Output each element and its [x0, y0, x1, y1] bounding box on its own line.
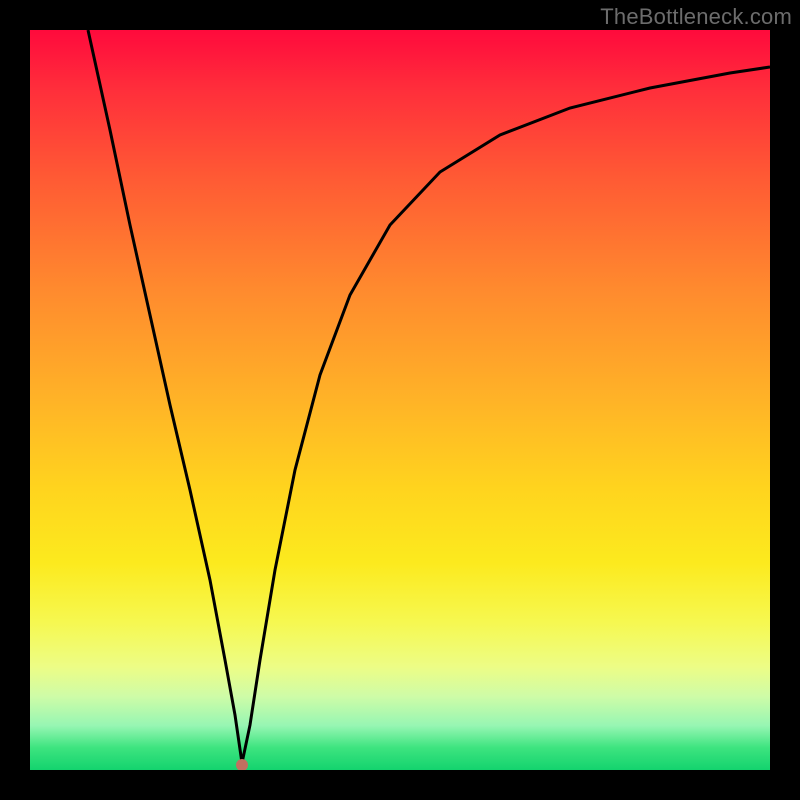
min-point-dot: [236, 759, 248, 770]
watermark-text: TheBottleneck.com: [600, 4, 792, 30]
bottleneck-curve: [88, 30, 770, 763]
plot-area: [30, 30, 770, 770]
chart-stage: TheBottleneck.com: [0, 0, 800, 800]
curve-svg: [30, 30, 770, 770]
